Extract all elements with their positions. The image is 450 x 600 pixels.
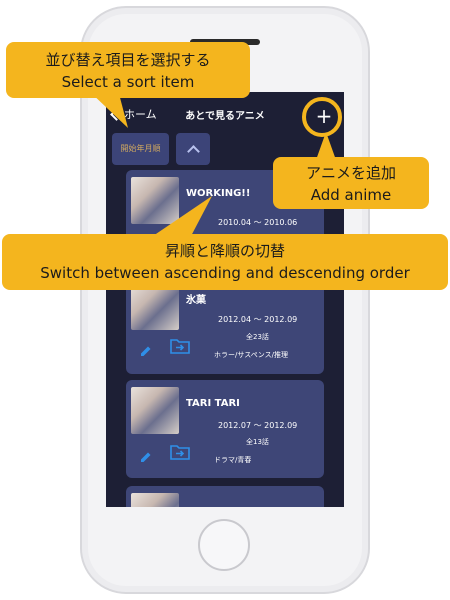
callout-sort-item-en: Select a sort item: [61, 73, 195, 91]
callout-order-switch: 昇順と降順の切替 Switch between ascending and de…: [2, 234, 448, 290]
callout-sort-item: 並び替え項目を選択する Select a sort item: [6, 42, 250, 98]
callout-order-switch-en: Switch between ascending and descending …: [40, 264, 410, 282]
callout-add-anime-en: Add anime: [310, 186, 392, 204]
callout-sort-item-jp: 並び替え項目を選択する: [45, 51, 211, 69]
callout-order-switch-jp: 昇順と降順の切替: [164, 242, 285, 260]
callout-add-anime: アニメを追加 Add anime: [273, 157, 429, 209]
callout-add-anime-jp: アニメを追加: [305, 164, 396, 182]
add-button-highlight: [302, 97, 342, 137]
